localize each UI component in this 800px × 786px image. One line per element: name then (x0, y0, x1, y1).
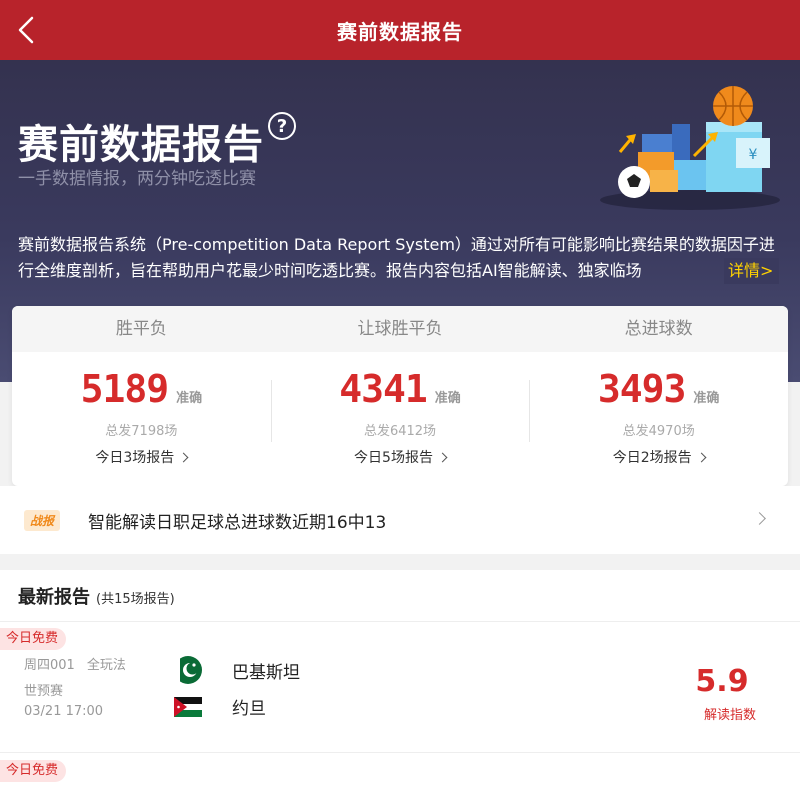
chevron-left-icon (18, 16, 34, 44)
tab-total-goals[interactable]: 总进球数 (529, 306, 788, 352)
tab-handicap-win-draw-lose[interactable]: 让球胜平负 (271, 306, 530, 352)
details-link[interactable]: 详情> (724, 258, 780, 284)
interpretation-index-label: 解读指数 (703, 708, 756, 723)
today-reports-link[interactable]: 今日2场报告 (529, 447, 788, 467)
chevron-right-icon (178, 452, 189, 463)
chevron-right-icon (696, 452, 707, 463)
total-published: 总发4970场 (622, 424, 695, 439)
stat-column: 3493 准确 总发4970场 今日2场报告 (529, 352, 788, 486)
pakistan-flag-icon (174, 656, 202, 684)
bulletin-text: 智能解读日职足球总进球数近期16中13 (88, 512, 387, 533)
correct-count: 3493 (597, 367, 687, 411)
tab-win-draw-lose[interactable]: 胜平负 (12, 306, 271, 352)
today-reports-link[interactable]: 今日5场报告 (271, 447, 530, 467)
hero-title: 赛前数据报告 (18, 122, 264, 168)
report-count: (共15场报告) (96, 591, 175, 607)
battle-report-tag: 战报 (24, 509, 61, 531)
today-reports-label: 今日2场报告 (612, 450, 692, 466)
free-today-badge: 今日免费 (0, 628, 67, 650)
today-reports-link[interactable]: 今日3场报告 (12, 447, 271, 467)
accuracy-label: 准确 (693, 390, 720, 406)
battle-report-bulletin[interactable]: 战报 智能解读日职足球总进球数近期16中13 (0, 486, 800, 554)
jordan-flag-icon (174, 696, 202, 717)
play-type: 全玩法 (86, 658, 126, 673)
section-title: 最新报告 (18, 586, 90, 608)
today-reports-label: 今日3场报告 (95, 450, 175, 466)
away-team: 约旦 (174, 694, 266, 719)
top-nav-bar: 赛前数据报告 (0, 0, 800, 60)
home-team: 巴基斯坦 (174, 656, 300, 684)
accuracy-stats-card: 胜平负 让球胜平负 总进球数 5189 准确 总发7198场 今日3场报告 43… (12, 306, 788, 486)
away-team-name: 约旦 (232, 699, 266, 719)
chevron-right-icon (753, 512, 766, 525)
accuracy-label: 准确 (176, 390, 203, 406)
back-button[interactable] (14, 14, 44, 46)
match-report-item[interactable]: 今日免费 周四001 全玩法 世预赛 03/21 17:00 巴基斯坦 约旦 5… (0, 622, 800, 753)
hero-subtitle: 一手数据情报，两分钟吃透比赛 (18, 169, 256, 189)
hero-description: 赛前数据报告系统（Pre-competition Data Report Sys… (18, 235, 775, 280)
league-name: 世预赛 (24, 684, 64, 699)
free-today-badge: 今日免费 (0, 760, 67, 782)
match-code: 周四001 (24, 658, 75, 673)
section-header: 最新报告 (共15场报告) (0, 570, 800, 622)
correct-count: 5189 (80, 367, 170, 411)
page-title: 赛前数据报告 (337, 19, 463, 44)
stat-column: 5189 准确 总发7198场 今日3场报告 (12, 352, 271, 486)
correct-count: 4341 (339, 367, 428, 411)
help-icon[interactable]: ? (268, 112, 296, 140)
stats-header: 胜平负 让球胜平负 总进球数 (12, 306, 788, 352)
match-report-item[interactable]: 今日免费 (0, 754, 800, 786)
total-published: 总发7198场 (105, 424, 178, 439)
accuracy-label: 准确 (434, 390, 461, 406)
data-report-illustration: ¥ (600, 86, 780, 210)
yen-icon: ¥ (749, 147, 758, 163)
stat-column: 4341 准确 总发6412场 今日5场报告 (270, 352, 530, 486)
chevron-right-icon (437, 452, 448, 463)
interpretation-index-value: 5.9 (695, 664, 749, 699)
total-published: 总发6412场 (363, 424, 437, 439)
latest-reports-section: 最新报告 (共15场报告) 今日免费 周四001 全玩法 世预赛 03/21 17… (0, 570, 800, 786)
today-reports-label: 今日5场报告 (354, 450, 433, 466)
kickoff-time: 03/21 17:00 (24, 704, 104, 719)
home-team-name: 巴基斯坦 (232, 662, 300, 683)
